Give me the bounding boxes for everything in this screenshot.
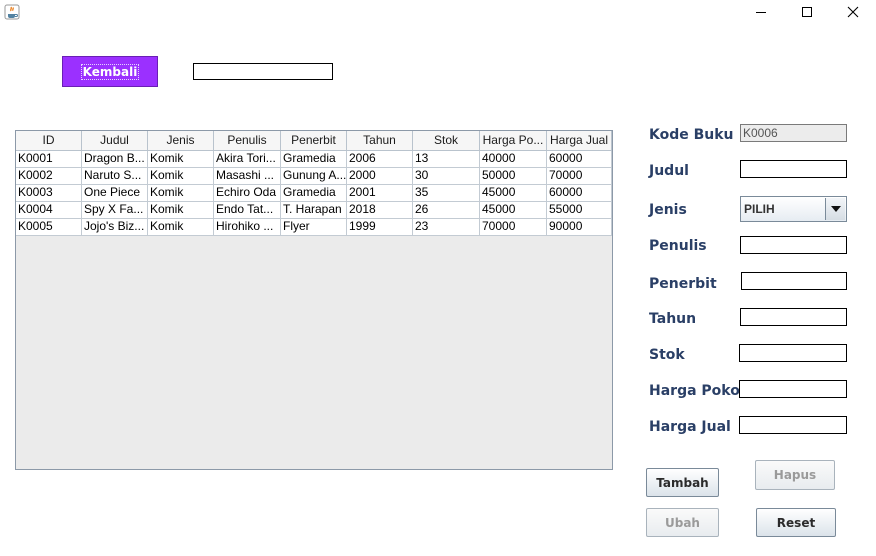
java-app-icon [4,4,20,20]
harga-pokok-field[interactable] [739,380,847,398]
judul-field[interactable] [740,160,847,178]
minimize-button[interactable] [738,0,784,24]
kembali-button-label: Kembali [80,63,140,80]
judul-label: Judul [649,163,689,179]
table-cell: Komik [148,202,214,218]
kode-buku-field: K0006 [740,124,847,142]
maximize-button[interactable] [784,0,830,24]
table-cell: 30 [413,168,480,184]
stok-label: Stok [649,347,685,363]
table-cell: Spy X Fa... [82,202,148,218]
penerbit-field[interactable] [741,272,847,290]
table-cell: 60000 [547,151,612,167]
table-cell: K0002 [16,168,82,184]
table-cell: 23 [413,219,480,235]
tahun-label: Tahun [649,311,697,327]
table-cell: Naruto S... [82,168,148,184]
ubah-button[interactable]: Ubah [646,508,719,537]
table-cell: 35 [413,185,480,201]
maximize-icon [802,7,812,17]
close-icon [847,6,859,18]
table-cell: 60000 [547,185,612,201]
table-cell: Dragon B... [82,151,148,167]
tambah-button[interactable]: Tambah [646,468,719,497]
table-body: K0001 Dragon B... Komik Akira Tori... Gr… [16,151,612,236]
jenis-label: Jenis [649,202,687,218]
table-row[interactable]: K0001 Dragon B... Komik Akira Tori... Gr… [16,151,612,168]
table-cell: T. Harapan [281,202,347,218]
table-cell: 50000 [480,168,547,184]
table-cell: Endo Tat... [214,202,281,218]
table-cell: 2018 [347,202,413,218]
table-cell: 90000 [547,219,612,235]
table-row[interactable]: K0003 One Piece Komik Echiro Oda Gramedi… [16,185,612,202]
table-cell: 1999 [347,219,413,235]
chevron-down-icon[interactable] [825,198,845,220]
table-cell: Akira Tori... [214,151,281,167]
table-cell: Komik [148,151,214,167]
book-table[interactable]: ID Judul Jenis Penulis Penerbit Tahun St… [15,130,613,470]
table-cell: Flyer [281,219,347,235]
stok-field[interactable] [739,344,847,362]
table-cell: 45000 [480,202,547,218]
kembali-button[interactable]: Kembali [62,56,158,87]
table-cell: Jojo's Biz... [82,219,148,235]
table-row[interactable]: K0005 Jojo's Biz... Komik Hirohiko ... F… [16,219,612,236]
table-cell: Gunung A... [283,168,347,184]
reset-button[interactable]: Reset [756,508,836,537]
column-header-penulis[interactable]: Penulis [214,131,281,150]
column-header-harga-pokok[interactable]: Harga Po... [480,131,547,150]
table-cell: K0005 [16,219,82,235]
table-cell: Komik [148,168,214,184]
penulis-field[interactable] [740,236,847,254]
harga-jual-field[interactable] [739,416,847,434]
table-cell: 13 [413,151,480,167]
column-header-judul[interactable]: Judul [82,131,148,150]
table-cell: K0001 [16,151,82,167]
penulis-label: Penulis [649,238,707,254]
column-header-stok[interactable]: Stok [413,131,480,150]
table-cell: Komik [148,185,214,201]
table-cell: 40000 [480,151,547,167]
table-row[interactable]: K0002 Naruto S... Komik Masashi ... Gunu… [16,168,612,185]
table-cell: 26 [413,202,480,218]
kode-buku-label: Kode Buku [649,127,734,143]
table-cell: 2000 [347,168,413,184]
table-cell: Gramedia [281,185,347,201]
penerbit-label: Penerbit [649,276,717,292]
table-cell: 70000 [547,168,612,184]
tahun-field[interactable] [740,308,847,326]
table-cell: Masashi ... [214,168,281,184]
table-cell: K0003 [16,185,82,201]
table-cell: Hirohiko ... [214,219,281,235]
column-header-jenis[interactable]: Jenis [148,131,214,150]
table-cell: K0004 [16,202,82,218]
minimize-icon [756,12,766,13]
table-header: ID Judul Jenis Penulis Penerbit Tahun St… [16,131,612,151]
hapus-button[interactable]: Hapus [755,460,835,490]
close-button[interactable] [830,0,876,24]
column-header-harga-jual[interactable]: Harga Jual [547,131,612,150]
table-cell: 55000 [547,202,612,218]
table-cell: One Piece [82,185,148,201]
table-cell: Komik [148,219,214,235]
harga-jual-label: Harga Jual [649,419,731,435]
column-header-penerbit[interactable]: Penerbit [281,131,347,150]
jenis-select[interactable]: PILIH [740,196,847,222]
table-cell: 45000 [480,185,547,201]
table-cell: 70000 [480,219,547,235]
table-cell: 2006 [347,151,413,167]
jenis-select-value: PILIH [744,202,775,216]
search-input[interactable] [193,63,333,80]
table-cell: 2001 [347,185,413,201]
table-cell: Gramedia [281,151,347,167]
column-header-id[interactable]: ID [16,131,82,150]
harga-pokok-label: Harga Pokok [649,383,750,399]
table-row[interactable]: K0004 Spy X Fa... Komik Endo Tat... T. H… [16,202,612,219]
table-cell: Echiro Oda [214,185,281,201]
column-header-tahun[interactable]: Tahun [347,131,413,150]
